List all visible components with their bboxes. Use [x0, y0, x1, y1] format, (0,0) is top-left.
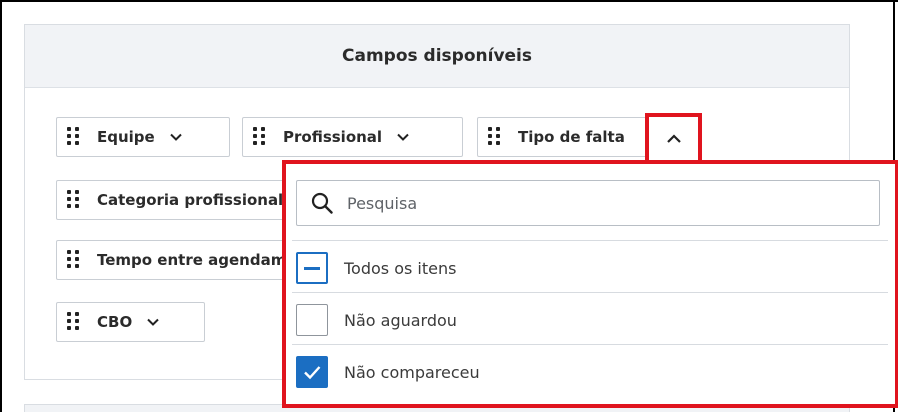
chip-label: Tipo de falta: [518, 128, 625, 146]
highlight-box-dropdown: [282, 160, 898, 408]
chevron-down-icon[interactable]: [396, 130, 410, 144]
chevron-down-icon[interactable]: [169, 130, 183, 144]
field-chip-profissional[interactable]: Profissional: [242, 117, 463, 157]
drag-handle-icon[interactable]: [253, 127, 267, 147]
frame-border-left: [0, 0, 2, 412]
field-chip-cbo[interactable]: CBO: [56, 302, 205, 342]
field-chip-tempo-entre-agendamento[interactable]: Tempo entre agendamento: [56, 240, 296, 280]
drag-handle-icon[interactable]: [67, 127, 81, 147]
panel-title: Campos disponíveis: [342, 46, 532, 66]
chevron-down-icon[interactable]: [146, 315, 160, 329]
chip-label: Tempo entre agendamento: [97, 251, 296, 269]
field-chip-categoria-profissional[interactable]: Categoria profissional: [56, 180, 296, 220]
panel-header: Campos disponíveis: [25, 25, 849, 88]
highlight-box-toggle: [645, 113, 702, 164]
drag-handle-icon[interactable]: [67, 190, 81, 210]
chip-label: CBO: [97, 313, 133, 331]
drag-handle-icon[interactable]: [67, 312, 81, 332]
chip-label: Profissional: [283, 128, 383, 146]
drag-handle-icon[interactable]: [488, 127, 502, 147]
chip-label: Categoria profissional: [97, 191, 284, 209]
field-chip-equipe[interactable]: Equipe: [56, 117, 230, 157]
chip-label: Equipe: [97, 128, 155, 146]
drag-handle-icon[interactable]: [67, 250, 81, 270]
frame-border-top: [0, 0, 898, 2]
